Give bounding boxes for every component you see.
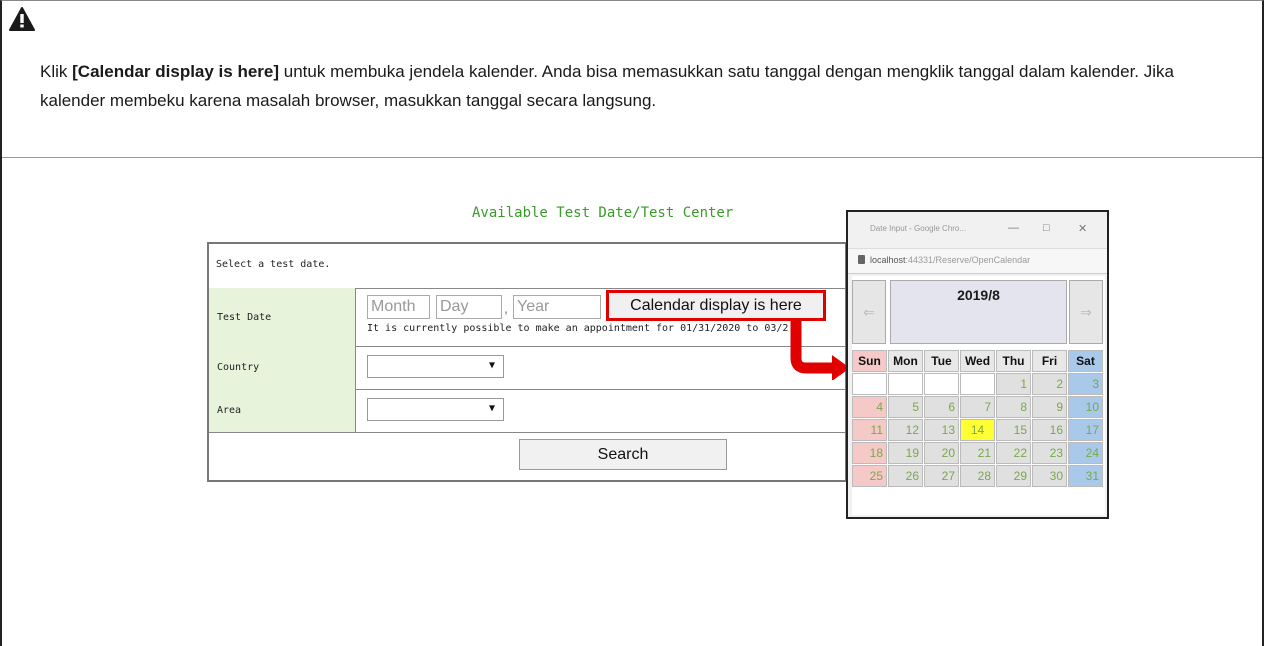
url-host: localhost xyxy=(870,255,906,265)
search-row: Search xyxy=(209,432,845,482)
area-select[interactable]: ▼ xyxy=(367,398,504,421)
calendar-day[interactable]: 17 xyxy=(1068,419,1103,441)
weekday-header: Mon xyxy=(888,350,923,372)
appointment-note: It is currently possible to make an appo… xyxy=(367,323,789,334)
url-path: :44331/Reserve/OpenCalendar xyxy=(905,255,1031,265)
calendar-empty-cell xyxy=(852,373,887,395)
calendar-day[interactable]: 25 xyxy=(852,465,887,487)
calendar-day[interactable]: 6 xyxy=(924,396,959,418)
calendar-day[interactable]: 12 xyxy=(888,419,923,441)
select-prompt: Select a test date. xyxy=(216,259,331,270)
calendar-day[interactable]: 19 xyxy=(888,442,923,464)
calendar-day[interactable]: 13 xyxy=(924,419,959,441)
instruction-prefix: Klik xyxy=(40,62,73,81)
calendar-empty-cell xyxy=(924,373,959,395)
year-input[interactable]: Year xyxy=(513,295,601,319)
country-label: Country xyxy=(209,346,356,389)
maximize-icon[interactable]: □ xyxy=(1043,222,1050,234)
instruction-text: Klik [Calendar display is here] untuk me… xyxy=(40,57,1220,115)
country-row: Country ▼ xyxy=(209,346,845,390)
calendar-day[interactable]: 3 xyxy=(1068,373,1103,395)
area-label: Area xyxy=(209,389,356,432)
lock-icon xyxy=(858,255,865,264)
calendar-day[interactable]: 18 xyxy=(852,442,887,464)
calendar-day[interactable]: 14 xyxy=(960,419,995,441)
calendar-day[interactable]: 29 xyxy=(996,465,1031,487)
prev-month-button[interactable]: ⇐ xyxy=(852,280,886,344)
calendar-display-button-label: Calendar display is here xyxy=(630,296,802,314)
dropdown-arrow-icon: ▼ xyxy=(488,403,495,414)
divider xyxy=(2,157,1262,158)
calendar-day[interactable]: 21 xyxy=(960,442,995,464)
calendar-day[interactable]: 28 xyxy=(960,465,995,487)
close-icon[interactable]: ✕ xyxy=(1078,222,1087,235)
calendar-empty-cell xyxy=(960,373,995,395)
calendar-day[interactable]: 1 xyxy=(996,373,1031,395)
date-separator: , xyxy=(504,300,508,316)
country-select[interactable]: ▼ xyxy=(367,355,504,378)
month-input[interactable]: Month xyxy=(367,295,430,319)
month-header: ⇐ 2019/8 ⇒ xyxy=(852,280,1105,348)
search-form: Select a test date. Test Date Month Day … xyxy=(207,242,847,482)
test-date-label: Test Date xyxy=(209,288,356,346)
calendar-day[interactable]: 23 xyxy=(1032,442,1067,464)
minimize-icon[interactable]: — xyxy=(1008,222,1019,234)
calendar-day[interactable]: 24 xyxy=(1068,442,1103,464)
calendar-day[interactable]: 9 xyxy=(1032,396,1067,418)
search-button[interactable]: Search xyxy=(519,439,727,470)
dropdown-arrow-icon: ▼ xyxy=(488,360,495,371)
popup-window-title: Date Input - Google Chro... xyxy=(870,224,967,233)
calendar-day[interactable]: 8 xyxy=(996,396,1031,418)
form-title: Available Test Date/Test Center xyxy=(472,205,734,221)
calendar-day[interactable]: 22 xyxy=(996,442,1031,464)
calendar-display-button[interactable]: Calendar display is here xyxy=(606,290,826,321)
test-date-row: Test Date Month Day , Year Calendar disp… xyxy=(209,288,845,347)
warning-icon xyxy=(9,7,35,31)
calendar-day[interactable]: 31 xyxy=(1068,465,1103,487)
month-title: 2019/8 xyxy=(890,280,1067,344)
calendar-day[interactable]: 26 xyxy=(888,465,923,487)
calendar-day[interactable]: 30 xyxy=(1032,465,1067,487)
popup-address-bar: localhost:44331/Reserve/OpenCalendar xyxy=(848,248,1107,274)
calendar-day[interactable]: 27 xyxy=(924,465,959,487)
calendar-day[interactable]: 2 xyxy=(1032,373,1067,395)
weekday-header: Sat xyxy=(1068,350,1103,372)
next-month-button[interactable]: ⇒ xyxy=(1069,280,1103,344)
instruction-button-ref: [Calendar display is here] xyxy=(72,62,280,81)
calendar-day[interactable]: 7 xyxy=(960,396,995,418)
weekday-header: Sun xyxy=(852,350,887,372)
calendar-day[interactable]: 10 xyxy=(1068,396,1103,418)
weekday-header: Wed xyxy=(960,350,995,372)
calendar-day[interactable]: 5 xyxy=(888,396,923,418)
calendar: ⇐ 2019/8 ⇒ Sun Mon Tue Wed Thu Fri Sat 1 2 3 4 5 6 7 8… xyxy=(852,276,1105,515)
calendar-popup: Date Input - Google Chro... — □ ✕ localh… xyxy=(846,210,1109,519)
weekday-header: Tue xyxy=(924,350,959,372)
popup-titlebar: Date Input - Google Chro... — □ ✕ xyxy=(848,212,1107,248)
prompt-row: Select a test date. xyxy=(209,244,845,289)
day-input[interactable]: Day xyxy=(436,295,502,319)
calendar-day[interactable]: 16 xyxy=(1032,419,1067,441)
area-row: Area ▼ xyxy=(209,389,845,433)
calendar-empty-cell xyxy=(888,373,923,395)
popup-url: localhost:44331/Reserve/OpenCalendar xyxy=(870,255,1030,265)
weekday-header: Thu xyxy=(996,350,1031,372)
weekday-header: Fri xyxy=(1032,350,1067,372)
calendar-day[interactable]: 20 xyxy=(924,442,959,464)
calendar-day[interactable]: 15 xyxy=(996,419,1031,441)
calendar-day[interactable]: 4 xyxy=(852,396,887,418)
calendar-day[interactable]: 11 xyxy=(852,419,887,441)
